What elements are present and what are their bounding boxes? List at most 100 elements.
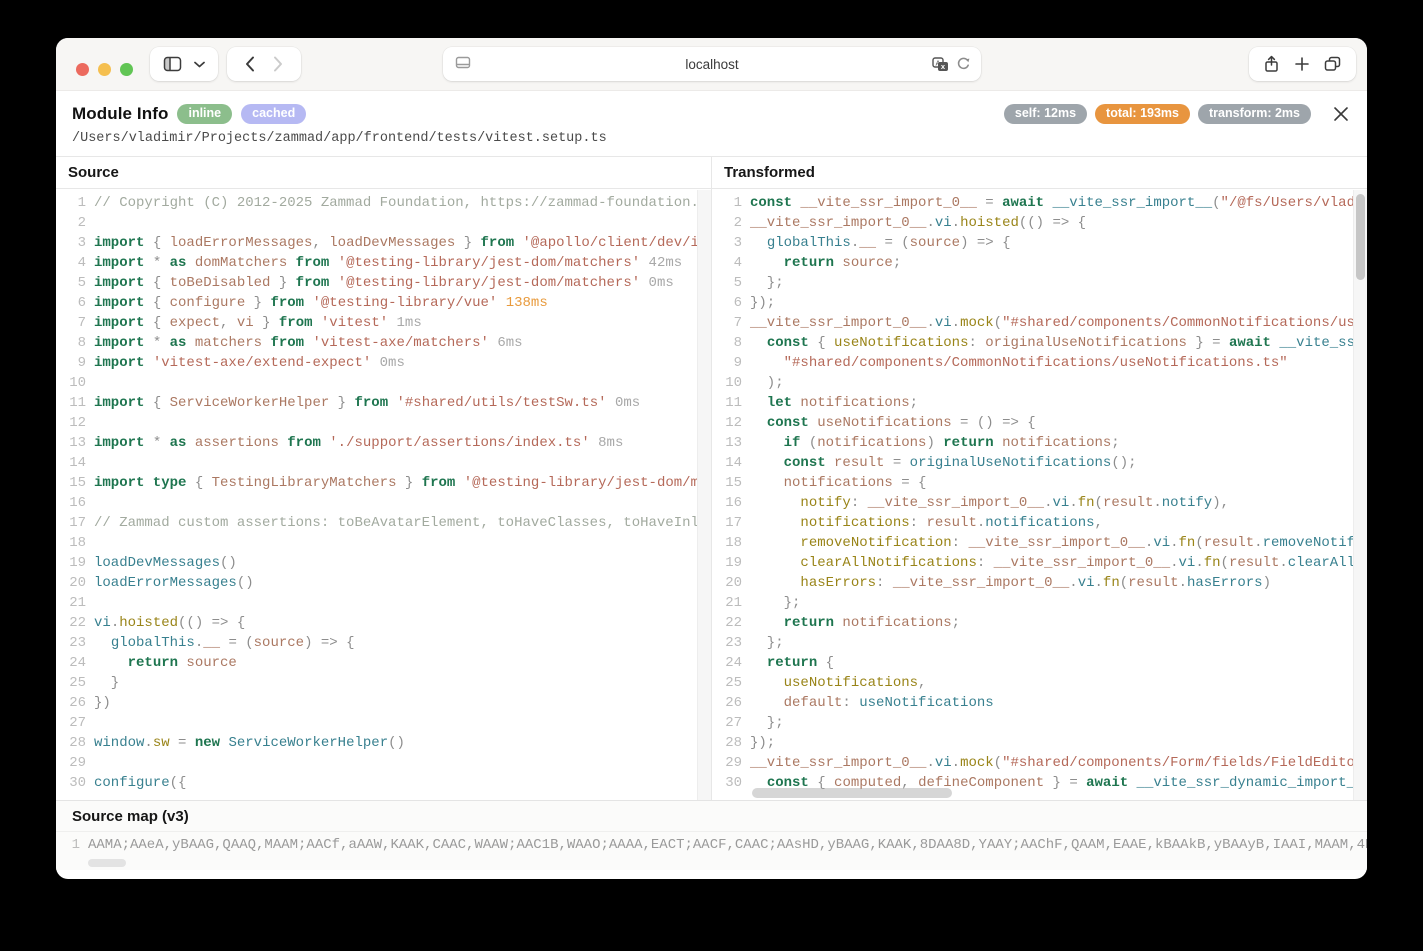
line-number: 9 [56, 353, 86, 373]
line-number: 19 [56, 553, 86, 573]
line-number: 11 [56, 393, 86, 413]
code-line: 28window.sw = new ServiceWorkerHelper() [56, 733, 711, 753]
code-line: 23 }; [712, 633, 1367, 653]
line-number: 26 [712, 693, 742, 713]
code-line: 9 "#shared/components/CommonNotification… [712, 353, 1367, 373]
line-number: 4 [56, 253, 86, 273]
line-number: 8 [712, 333, 742, 353]
code-line: 17 notifications: result.notifications, [712, 513, 1367, 533]
code-line: 1// Copyright (C) 2012-2025 Zammad Found… [56, 193, 711, 213]
line-number: 27 [56, 713, 86, 733]
source-pane: Source 1// Copyright (C) 2012-2025 Zamma… [56, 157, 711, 800]
cached-badge: cached [241, 104, 306, 124]
line-number: 7 [56, 313, 86, 333]
share-icon[interactable] [1264, 55, 1279, 73]
code-line: 11import { ServiceWorkerHelper } from '#… [56, 393, 711, 413]
transformed-scrollbar-thumb[interactable] [1356, 194, 1365, 280]
line-number: 2 [56, 213, 86, 233]
code-line: 26}) [56, 693, 711, 713]
transformed-pane: Transformed 1const __vite_ssr_import_0__… [711, 157, 1367, 800]
line-number: 16 [712, 493, 742, 513]
code-line: 20 hasErrors: __vite_ssr_import_0__.vi.f… [712, 573, 1367, 593]
code-line: 21 }; [712, 593, 1367, 613]
back-icon[interactable] [245, 56, 255, 72]
code-line: 5import { toBeDisabled } from '@testing-… [56, 273, 711, 293]
source-vertical-scrollbar[interactable] [697, 190, 711, 800]
self-time-badge: self: 12ms [1004, 104, 1087, 124]
line-number: 6 [56, 293, 86, 313]
code-line: 5 }; [712, 273, 1367, 293]
browser-toolbar: localhost x A [56, 38, 1367, 91]
line-number: 29 [712, 753, 742, 773]
code-line: 13import * as assertions from './support… [56, 433, 711, 453]
line-number: 14 [56, 453, 86, 473]
address-bar[interactable]: localhost x A [443, 47, 981, 81]
code-line: 4import * as domMatchers from '@testing-… [56, 253, 711, 273]
line-number: 5 [56, 273, 86, 293]
line-number: 29 [56, 753, 86, 773]
transformed-horizontal-scrollbar[interactable] [752, 788, 952, 798]
code-line: 3import { loadErrorMessages, loadDevMess… [56, 233, 711, 253]
page-icon[interactable] [455, 56, 471, 71]
code-line: 19 clearAllNotifications: __vite_ssr_imp… [712, 553, 1367, 573]
line-number: 9 [712, 353, 742, 373]
line-number: 7 [712, 313, 742, 333]
code-panes: Source 1// Copyright (C) 2012-2025 Zamma… [56, 156, 1367, 800]
line-number: 28 [712, 733, 742, 753]
transform-time-badge: transform: 2ms [1198, 104, 1311, 124]
svg-text:A: A [935, 58, 940, 67]
line-number: 10 [712, 373, 742, 393]
module-path: /Users/vladimir/Projects/zammad/app/fron… [72, 131, 1351, 146]
code-line: 15 notifications = { [712, 473, 1367, 493]
sourcemap-line-number: 1 [56, 834, 80, 856]
line-number: 17 [56, 513, 86, 533]
code-line: 10 [56, 373, 711, 393]
sidebar-icon[interactable] [163, 56, 182, 72]
line-number: 16 [56, 493, 86, 513]
code-line: 15import type { TestingLibraryMatchers }… [56, 473, 711, 493]
line-number: 22 [712, 613, 742, 633]
code-line: 30configure({ [56, 773, 711, 793]
sourcemap-horizontal-scrollbar[interactable] [88, 859, 126, 867]
line-number: 30 [56, 773, 86, 793]
code-line: 18 [56, 533, 711, 553]
new-tab-icon[interactable] [1295, 57, 1309, 71]
line-number: 20 [712, 573, 742, 593]
code-line: 12 [56, 413, 711, 433]
reload-icon[interactable] [956, 56, 971, 72]
page-title: Module Info [72, 104, 168, 124]
code-line: 9import 'vitest-axe/extend-expect' 0ms [56, 353, 711, 373]
code-line: 2__vite_ssr_import_0__.vi.hoisted(() => … [712, 213, 1367, 233]
source-pane-title: Source [56, 157, 711, 189]
code-line: 22vi.hoisted(() => { [56, 613, 711, 633]
line-number: 18 [56, 533, 86, 553]
line-number: 8 [56, 333, 86, 353]
nav-buttons-group [227, 47, 301, 81]
tab-overview-icon[interactable] [1324, 56, 1341, 72]
code-line: 20loadErrorMessages() [56, 573, 711, 593]
forward-icon[interactable] [273, 56, 283, 72]
browser-window: localhost x A [56, 38, 1367, 879]
line-number: 1 [712, 193, 742, 213]
line-number: 25 [56, 673, 86, 693]
code-line: 6}); [712, 293, 1367, 313]
translate-icon[interactable]: x A [932, 57, 949, 72]
line-number: 22 [56, 613, 86, 633]
chevron-down-icon[interactable] [194, 61, 205, 68]
minimize-window-button[interactable] [98, 63, 111, 76]
code-line: 23 globalThis.__ = (source) => { [56, 633, 711, 653]
inline-badge: inline [177, 104, 232, 124]
sourcemap-title: Source map (v3) [56, 801, 1367, 832]
code-line: 8import * as matchers from 'vitest-axe/m… [56, 333, 711, 353]
url-text[interactable]: localhost [443, 57, 981, 72]
line-number: 18 [712, 533, 742, 553]
transformed-vertical-scrollbar[interactable] [1353, 190, 1367, 800]
close-icon[interactable] [1331, 104, 1351, 124]
line-number: 19 [712, 553, 742, 573]
close-window-button[interactable] [76, 63, 89, 76]
code-line: 27 }; [712, 713, 1367, 733]
code-line: 17// Zammad custom assertions: toBeAvata… [56, 513, 711, 533]
code-line: 26 default: useNotifications [712, 693, 1367, 713]
line-number: 13 [56, 433, 86, 453]
zoom-window-button[interactable] [120, 63, 133, 76]
